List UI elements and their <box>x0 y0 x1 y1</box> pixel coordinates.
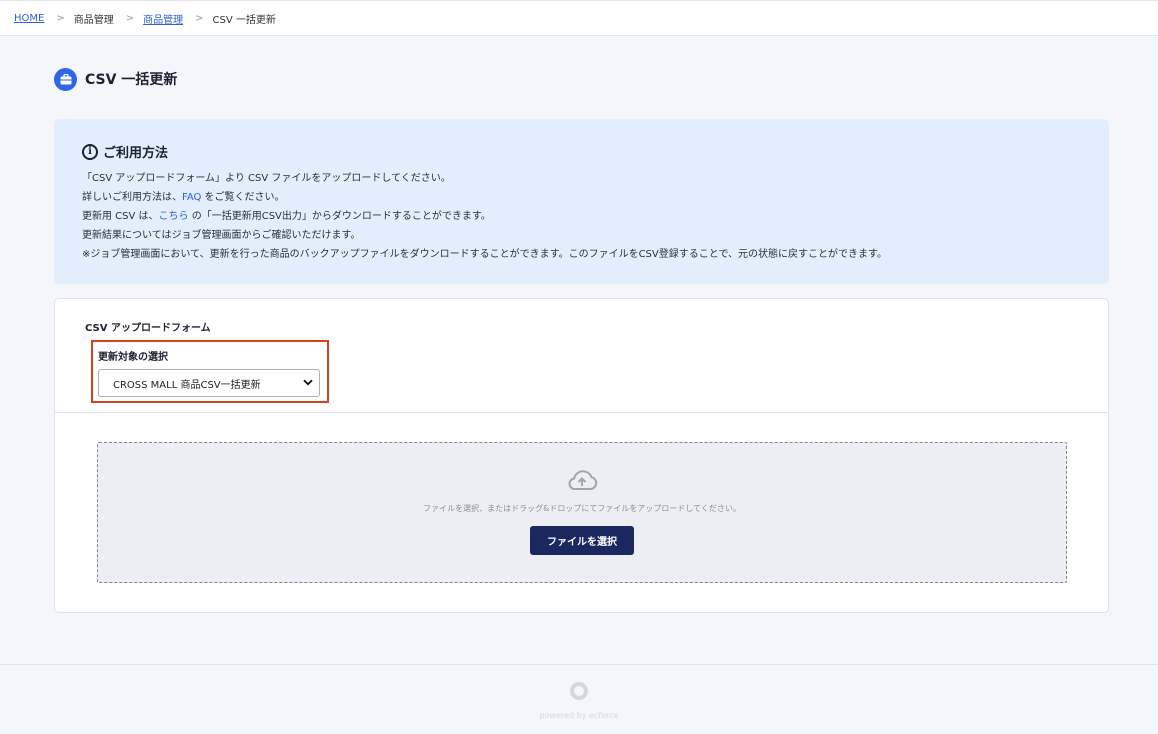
breadcrumb-separator: > <box>195 12 204 24</box>
cloud-upload-icon <box>566 469 598 495</box>
upload-form-card: CSV アップロードフォーム 更新対象の選択 CROSS MALL 商品CSV一… <box>54 298 1109 613</box>
breadcrumb-home-link[interactable]: HOME <box>14 13 44 24</box>
breadcrumb-separator: > <box>56 12 65 24</box>
chevron-down-icon <box>303 378 313 389</box>
footer: powered by ecforce <box>0 664 1158 734</box>
info-header: i ご利用方法 <box>82 142 1081 161</box>
divider <box>55 412 1108 413</box>
breadcrumb-current: CSV 一括更新 <box>212 14 276 26</box>
csv-download-link[interactable]: こちら <box>159 211 189 222</box>
info-text: の「一括更新用CSV出力」からダウンロードすることができます。 <box>188 211 491 222</box>
info-title: ご利用方法 <box>103 146 169 161</box>
info-text: 詳しいご利用方法は、 <box>82 192 182 203</box>
info-line-results: 更新結果についてはジョブ管理画面からご確認いただけます。 <box>82 230 361 241</box>
info-icon: i <box>82 143 98 160</box>
page-title: CSV 一括更新 <box>85 72 178 88</box>
info-line-download: 更新用 CSV は、こちら の「一括更新用CSV出力」からダウンロードすることが… <box>82 207 1081 226</box>
file-dropzone[interactable]: ファイルを選択、またはドラッグ&ドロップにてファイルをアップロードしてください。… <box>97 442 1067 583</box>
info-text: 更新用 CSV は、 <box>82 211 159 222</box>
dropzone-instructions: ファイルを選択、またはドラッグ&ドロップにてファイルをアップロードしてください。 <box>423 504 741 513</box>
info-line-backup: ※ジョブ管理画面において、更新を行った商品のバックアップファイルをダウンロードす… <box>82 249 888 260</box>
footer-powered-by: powered by ecforce <box>539 711 619 720</box>
briefcase-icon <box>54 67 77 91</box>
usage-info-box: i ご利用方法 「CSV アップロードフォーム」より CSV ファイルをアップロ… <box>54 119 1109 284</box>
breadcrumb-separator: > <box>125 12 135 24</box>
breadcrumb: HOME > 商品管理 > 商品管理 > CSV 一括更新 <box>0 0 1158 36</box>
page-header: CSV 一括更新 <box>54 67 177 91</box>
info-line-faq: 詳しいご利用方法は、FAQ をご覧ください。 <box>82 188 1081 207</box>
breadcrumb-products: 商品管理 <box>73 14 114 26</box>
update-target-select[interactable]: CROSS MALL 商品CSV一括更新 <box>98 369 320 397</box>
target-select-highlight: 更新対象の選択 CROSS MALL 商品CSV一括更新 <box>91 340 329 403</box>
select-file-button[interactable]: ファイルを選択 <box>530 526 634 555</box>
ecforce-logo-icon <box>569 681 589 705</box>
form-title: CSV アップロードフォーム <box>85 323 211 334</box>
faq-link[interactable]: FAQ <box>182 192 201 203</box>
info-text: をご覧ください。 <box>201 192 285 203</box>
info-line-upload: 「CSV アップロードフォーム」より CSV ファイルをアップロードしてください… <box>82 173 451 184</box>
select-value: CROSS MALL 商品CSV一括更新 <box>113 379 261 391</box>
breadcrumb-products-link[interactable]: 商品管理 <box>143 11 183 26</box>
select-label: 更新対象の選択 <box>98 352 168 363</box>
